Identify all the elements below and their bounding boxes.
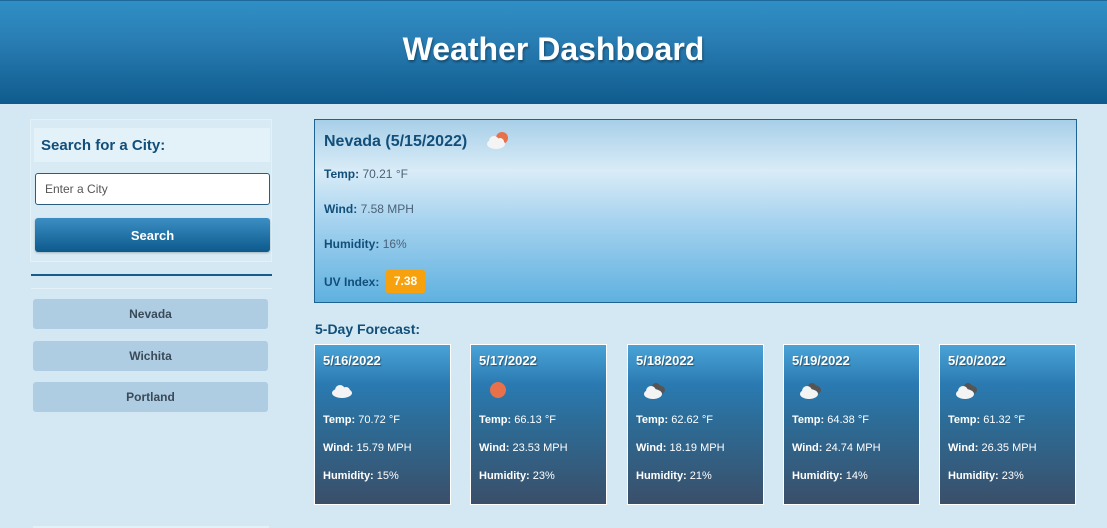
uv-index-badge: 7.38: [386, 270, 425, 293]
forecast-humidity-value: 23%: [532, 470, 555, 482]
forecast-humidity-label: Humidity:: [479, 470, 530, 482]
dark-cloud-icon: [644, 383, 665, 399]
forecast-temp-value: 62.62 °F: [671, 414, 713, 426]
forecast-humidity-row: Humidity: 14%: [792, 470, 868, 482]
forecast-date: 5/19/2022: [792, 353, 850, 368]
cloud-icon: [332, 385, 352, 398]
search-button[interactable]: Search: [35, 218, 270, 252]
forecast-temp-value: 61.32 °F: [983, 414, 1025, 426]
forecast-temp-value: 64.38 °F: [827, 414, 869, 426]
forecast-wind-label: Wind:: [792, 442, 823, 454]
current-humidity-value: 16%: [382, 237, 407, 251]
forecast-wind-row: Wind: 18.19 MPH: [636, 442, 725, 454]
forecast-humidity-label: Humidity:: [792, 470, 843, 482]
forecast-humidity-label: Humidity:: [948, 470, 999, 482]
forecast-wind-row: Wind: 24.74 MPH: [792, 442, 881, 454]
forecast-wind-label: Wind:: [479, 442, 510, 454]
forecast-wind-label: Wind:: [323, 442, 354, 454]
forecast-humidity-value: 21%: [689, 470, 712, 482]
history-item-wichita[interactable]: Wichita: [33, 341, 268, 371]
forecast-date: 5/20/2022: [948, 353, 1006, 368]
history-item-nevada[interactable]: Nevada: [33, 299, 268, 329]
page-header: Weather Dashboard: [0, 0, 1107, 104]
sidebar-divider-light: [31, 288, 272, 289]
forecast-wind-value: 23.53 MPH: [512, 442, 568, 454]
forecast-date: 5/17/2022: [479, 353, 537, 368]
page-title: Weather Dashboard: [402, 31, 705, 67]
current-temp-label: Temp:: [324, 167, 360, 181]
sidebar-divider: [31, 274, 272, 276]
forecast-heading: 5-Day Forecast:: [315, 321, 421, 337]
current-humidity-label: Humidity:: [324, 237, 380, 251]
forecast-wind-value: 26.35 MPH: [981, 442, 1037, 454]
forecast-wind-label: Wind:: [948, 442, 979, 454]
forecast-wind-row: Wind: 26.35 MPH: [948, 442, 1037, 454]
forecast-temp-value: 70.72 °F: [358, 414, 400, 426]
current-temp-value: 70.21 °F: [362, 167, 408, 181]
search-panel: Search for a City: Search: [30, 119, 272, 262]
forecast-wind-row: Wind: 15.79 MPH: [323, 442, 412, 454]
forecast-date: 5/16/2022: [323, 353, 381, 368]
forecast-temp-label: Temp:: [479, 414, 512, 426]
forecast-humidity-value: 15%: [376, 470, 399, 482]
current-humidity-row: Humidity: 16%: [324, 237, 407, 251]
forecast-humidity-row: Humidity: 23%: [479, 470, 555, 482]
forecast-wind-value: 18.19 MPH: [669, 442, 725, 454]
forecast-humidity-row: Humidity: 23%: [948, 470, 1024, 482]
dark-cloud-icon: [956, 383, 977, 399]
forecast-card: 5/19/2022 Temp: 64.38 °F Wind: 24.74 MPH…: [783, 344, 920, 505]
search-heading: Search for a City:: [41, 137, 166, 154]
forecast-temp-label: Temp:: [792, 414, 825, 426]
partly-sunny-cloud-icon: [487, 132, 508, 149]
uv-index-label: UV Index:: [324, 275, 380, 289]
forecast-date: 5/18/2022: [636, 353, 694, 368]
forecast-temp-value: 66.13 °F: [514, 414, 556, 426]
forecast-wind-value: 15.79 MPH: [356, 442, 412, 454]
dark-cloud-icon: [800, 383, 821, 399]
current-wind-value: 7.58 MPH: [360, 202, 414, 216]
forecast-wind-row: Wind: 23.53 MPH: [479, 442, 568, 454]
forecast-humidity-row: Humidity: 15%: [323, 470, 399, 482]
forecast-wind-value: 24.74 MPH: [825, 442, 881, 454]
search-heading-box: Search for a City:: [34, 128, 270, 162]
forecast-humidity-value: 14%: [845, 470, 868, 482]
sun-icon: [490, 382, 506, 398]
history-item-portland[interactable]: Portland: [33, 382, 268, 412]
forecast-temp-label: Temp:: [636, 414, 669, 426]
forecast-temp-label: Temp:: [948, 414, 981, 426]
forecast-card: 5/16/2022 Temp: 70.72 °F Wind: 15.79 MPH…: [314, 344, 451, 505]
forecast-card: 5/17/2022 Temp: 66.13 °F Wind: 23.53 MPH…: [470, 344, 607, 505]
forecast-humidity-label: Humidity:: [636, 470, 687, 482]
forecast-humidity-value: 23%: [1001, 470, 1024, 482]
forecast-temp-row: Temp: 70.72 °F: [323, 414, 400, 426]
forecast-humidity-label: Humidity:: [323, 470, 374, 482]
current-wind-label: Wind:: [324, 202, 358, 216]
city-search-input[interactable]: [35, 173, 270, 205]
forecast-temp-row: Temp: 61.32 °F: [948, 414, 1025, 426]
current-weather-card: Nevada (5/15/2022) Temp: 70.21 °F Wind: …: [314, 119, 1077, 303]
current-wind-row: Wind: 7.58 MPH: [324, 202, 414, 216]
forecast-temp-label: Temp:: [323, 414, 356, 426]
forecast-temp-row: Temp: 64.38 °F: [792, 414, 869, 426]
current-temp-row: Temp: 70.21 °F: [324, 167, 408, 181]
forecast-card: 5/20/2022 Temp: 61.32 °F Wind: 26.35 MPH…: [939, 344, 1076, 505]
forecast-temp-row: Temp: 62.62 °F: [636, 414, 713, 426]
forecast-card: 5/18/2022 Temp: 62.62 °F Wind: 18.19 MPH…: [627, 344, 764, 505]
forecast-wind-label: Wind:: [636, 442, 667, 454]
forecast-humidity-row: Humidity: 21%: [636, 470, 712, 482]
forecast-temp-row: Temp: 66.13 °F: [479, 414, 556, 426]
current-city-date: Nevada (5/15/2022): [324, 133, 468, 150]
